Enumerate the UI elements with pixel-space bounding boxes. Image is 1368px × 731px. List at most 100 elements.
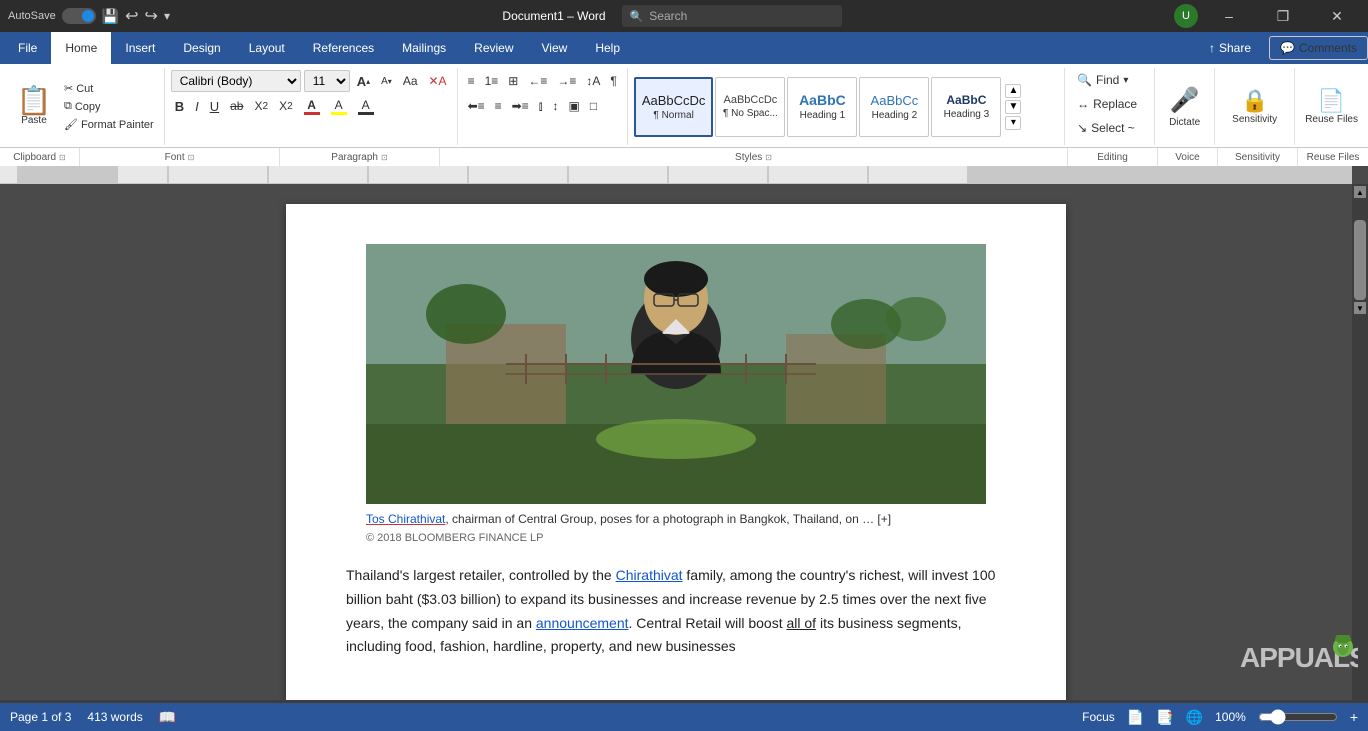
highlight-button[interactable]: A xyxy=(327,95,351,117)
view-web-icon[interactable]: 🌐 xyxy=(1186,709,1203,726)
reuse-files-button[interactable]: 📄 Reuse Files xyxy=(1301,84,1362,129)
find-button[interactable]: 🔍 Find ▾ xyxy=(1071,70,1134,90)
align-center-button[interactable]: ≡ xyxy=(491,95,506,117)
font-size-select[interactable]: 11 xyxy=(304,70,350,92)
ruler-svg xyxy=(18,166,1352,184)
dictate-button[interactable]: 🎤 Dictate xyxy=(1161,82,1208,132)
quick-access-more[interactable]: ▾ xyxy=(164,9,170,23)
shading-button[interactable]: ▣ xyxy=(565,95,584,117)
styles-expand-icon[interactable]: ⊡ xyxy=(765,153,772,162)
cut-button[interactable]: ✂ Cut xyxy=(60,80,158,97)
align-center-icon: ≡ xyxy=(495,99,502,113)
align-right-button[interactable]: ➡≡ xyxy=(508,95,533,117)
tab-view[interactable]: View xyxy=(528,32,582,64)
font-expand-icon[interactable]: ⊡ xyxy=(188,153,195,162)
styles-scroll-down[interactable]: ▼ xyxy=(1005,100,1021,114)
tab-design[interactable]: Design xyxy=(169,32,234,64)
increase-indent-button[interactable]: →≡ xyxy=(553,70,580,92)
close-button[interactable]: ✕ xyxy=(1314,0,1360,32)
sort-button[interactable]: ↕A xyxy=(582,70,604,92)
voice-content: 🎤 Dictate xyxy=(1161,70,1208,143)
replace-button[interactable]: ↔ Replace xyxy=(1071,94,1143,114)
paste-button[interactable]: 📋 Paste xyxy=(10,70,58,143)
restore-button[interactable]: ❐ xyxy=(1260,0,1306,32)
style-item-h2[interactable]: AaBbCc Heading 2 xyxy=(859,77,929,137)
view-layout-icon[interactable]: 📄 xyxy=(1127,709,1144,726)
numbering-button[interactable]: 1≡ xyxy=(481,70,503,92)
tab-layout[interactable]: Layout xyxy=(235,32,299,64)
font-grow-button[interactable]: A▴ xyxy=(353,70,374,92)
autosave-toggle[interactable] xyxy=(62,8,96,24)
zoom-in-button[interactable]: + xyxy=(1350,709,1358,725)
style-item-h3[interactable]: AaBbC Heading 3 xyxy=(931,77,1001,137)
tab-insert[interactable]: Insert xyxy=(111,32,169,64)
document-copyright: © 2018 BLOOMBERG FINANCE LP xyxy=(366,532,986,544)
redo-button[interactable]: ↪ xyxy=(145,6,158,26)
comments-button[interactable]: 💬 Comments xyxy=(1269,36,1368,60)
minimize-button[interactable]: – xyxy=(1206,0,1252,32)
paragraph-expand-icon[interactable]: ⊡ xyxy=(381,153,388,162)
tab-home[interactable]: Home xyxy=(51,32,111,64)
scrollbar-thumb[interactable] xyxy=(1354,220,1366,300)
appuals-logo-svg: APPUALS xyxy=(1238,629,1358,684)
tab-file[interactable]: File xyxy=(4,32,51,64)
style-item-normal[interactable]: AaBbCcDc ¶ Normal xyxy=(634,77,714,137)
clear-format-button[interactable]: ✕A xyxy=(425,70,451,92)
tab-review[interactable]: Review xyxy=(460,32,527,64)
style-preview-nospace: AaBbCcDc xyxy=(724,94,778,106)
format-painter-button[interactable]: 🖌 Format Painter xyxy=(60,116,158,133)
strikethrough-button[interactable]: ab xyxy=(226,95,247,117)
font-shrink-button[interactable]: A▾ xyxy=(377,70,396,92)
style-item-nospace[interactable]: AaBbCcDc ¶ No Spac... xyxy=(715,77,785,137)
style-item-h1[interactable]: AaBbC Heading 1 xyxy=(787,77,857,137)
borders-button[interactable]: □ xyxy=(586,95,601,117)
share-button[interactable]: ↑ Share xyxy=(1197,37,1263,59)
bold-button[interactable]: B xyxy=(171,95,188,117)
styles-scroll-up[interactable]: ▲ xyxy=(1005,84,1021,98)
subscript-button[interactable]: X2 xyxy=(250,95,272,117)
zoom-slider[interactable] xyxy=(1258,710,1338,724)
focus-button[interactable]: Focus xyxy=(1082,710,1115,724)
microphone-icon: 🎤 xyxy=(1170,86,1200,115)
clipboard-expand-icon[interactable]: ⊡ xyxy=(59,153,66,162)
sensitivity-button[interactable]: 🔒 Sensitivity xyxy=(1228,84,1281,129)
font-name-select[interactable]: Calibri (Body) xyxy=(171,70,301,92)
view-read-icon[interactable]: 📑 xyxy=(1156,709,1173,726)
caption-link[interactable]: Tos Chirathivat xyxy=(366,512,445,526)
tab-references[interactable]: References xyxy=(299,32,388,64)
body-link-announcement[interactable]: announcement xyxy=(536,615,629,631)
autosave-toggle-knob xyxy=(82,10,94,22)
comments-icon: 💬 xyxy=(1280,41,1295,55)
superscript-button[interactable]: X2 xyxy=(275,95,297,117)
undo-button[interactable]: ↩ xyxy=(125,6,138,26)
document-scroll[interactable]: Tos Chirathivat, chairman of Central Gro… xyxy=(0,184,1352,700)
copy-button[interactable]: ⧉ Copy xyxy=(60,98,158,115)
multilevel-button[interactable]: ⊞ xyxy=(504,70,522,92)
pilcrow-button[interactable]: ¶ xyxy=(606,70,620,92)
cut-icon: ✂ xyxy=(64,82,73,95)
tab-mailings[interactable]: Mailings xyxy=(388,32,460,64)
select-button[interactable]: ↘ Select ~ xyxy=(1071,118,1141,138)
titlebar-search[interactable]: 🔍 Search xyxy=(622,5,842,27)
word-count: 413 words xyxy=(87,710,142,724)
underline-button[interactable]: U xyxy=(206,95,223,117)
italic-button[interactable]: I xyxy=(191,95,203,117)
tab-help[interactable]: Help xyxy=(581,32,634,64)
sensitivity-icon: 🔒 xyxy=(1241,88,1268,114)
decrease-indent-button[interactable]: ←≡ xyxy=(524,70,551,92)
change-case-button[interactable]: Aa xyxy=(399,70,422,92)
font-color-button[interactable]: A xyxy=(300,95,324,117)
save-icon[interactable]: 💾 xyxy=(102,8,119,25)
editing-content: 🔍 Find ▾ ↔ Replace ↘ Select ~ xyxy=(1071,70,1148,143)
scrollbar-up-button[interactable]: ▲ xyxy=(1354,186,1366,198)
align-left-button[interactable]: ⬅≡ xyxy=(464,95,489,117)
body-text-3: . Central Retail will boost xyxy=(629,615,787,631)
text-shade-button[interactable]: A xyxy=(354,95,378,117)
body-link-chirathivat[interactable]: Chirathivat xyxy=(616,567,683,583)
styles-expand[interactable]: ▾ xyxy=(1005,116,1021,130)
scrollbar-down-button[interactable]: ▼ xyxy=(1354,302,1366,314)
line-spacing-button[interactable]: ↕ xyxy=(549,95,563,117)
styles-scroll-buttons: ▲ ▼ ▾ xyxy=(1005,84,1021,130)
bullets-button[interactable]: ≡ xyxy=(464,70,479,92)
justify-button[interactable]: ⫾ xyxy=(535,95,547,117)
